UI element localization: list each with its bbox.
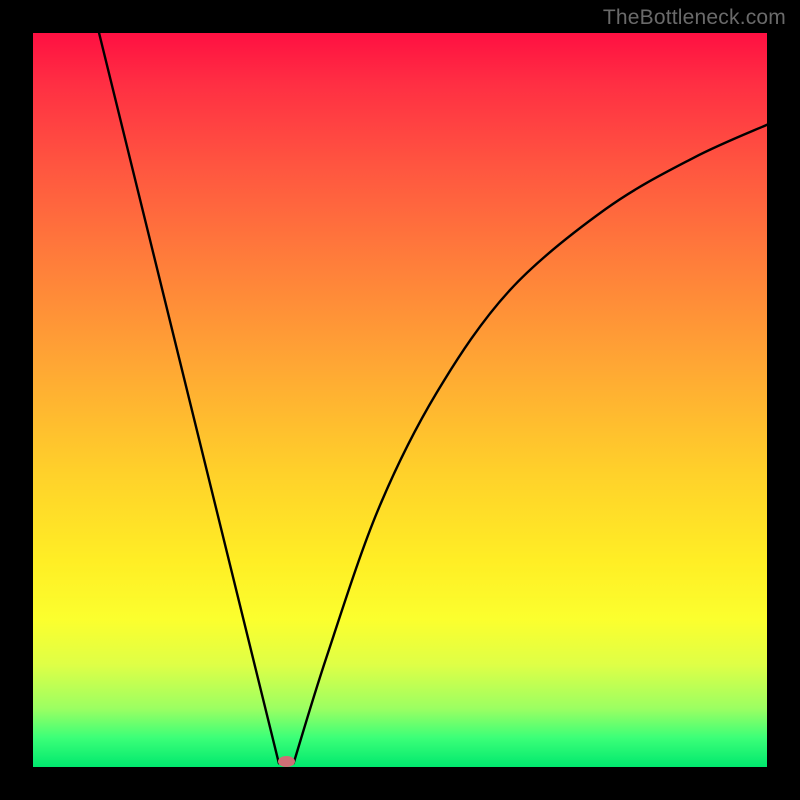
watermark-text: TheBottleneck.com (603, 6, 786, 30)
curve-svg (33, 33, 767, 767)
bottleneck-curve (99, 33, 767, 763)
plot-area (33, 33, 767, 767)
minimum-marker (278, 756, 295, 767)
